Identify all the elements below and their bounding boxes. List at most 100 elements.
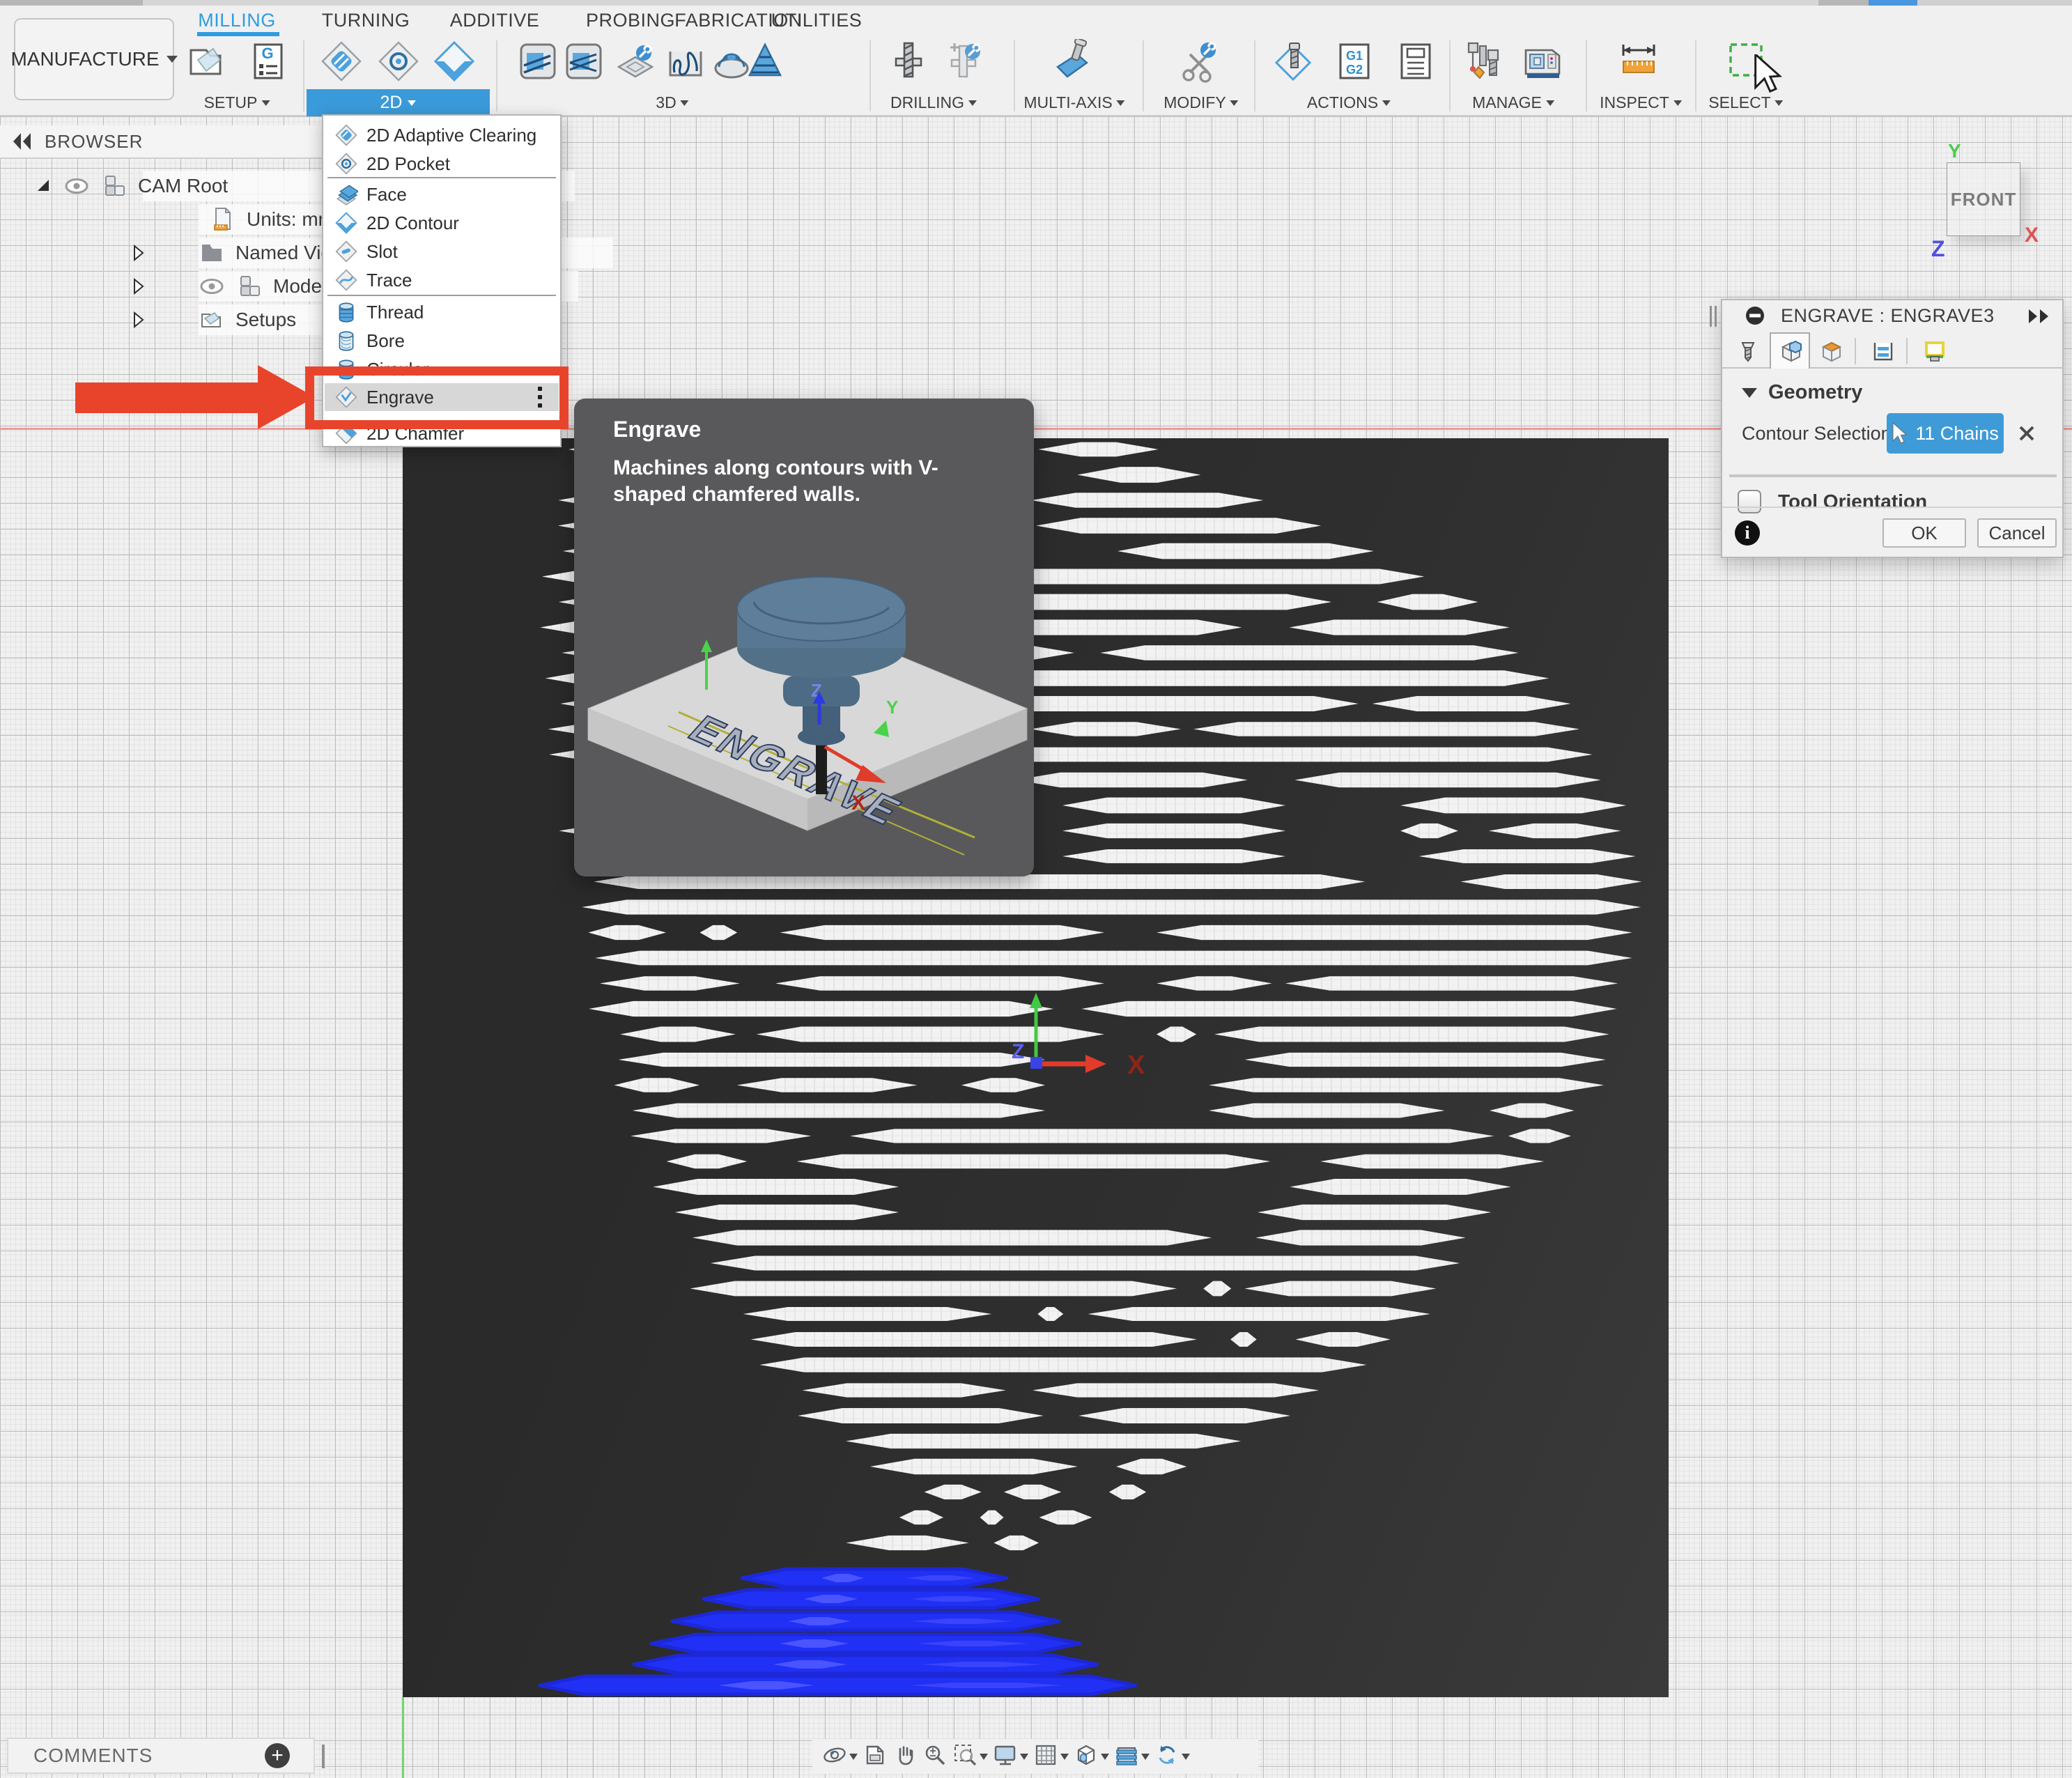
nav-refresh-button[interactable]	[1154, 1742, 1190, 1771]
nav-window-zoom-button[interactable]	[952, 1742, 988, 1771]
nav-orbit-button[interactable]	[822, 1742, 858, 1771]
tool-library-icon[interactable]	[1463, 39, 1508, 84]
menu-item-thread[interactable]: Thread	[325, 298, 559, 326]
browser-row-cam-root[interactable]: CAM Root	[0, 171, 228, 201]
menu-item-2d-contour[interactable]: 2D Contour	[325, 209, 559, 237]
group-label-drilling[interactable]: DRILLING	[890, 93, 977, 112]
tab-turning[interactable]: TURNING	[322, 10, 410, 31]
box-path-icon[interactable]	[663, 39, 708, 84]
chevron-down-icon	[1673, 100, 1682, 106]
eye-icon[interactable]	[198, 272, 226, 300]
tab-utilities[interactable]: UTILITIES	[771, 10, 863, 31]
collapse-dialog-icon[interactable]	[2027, 309, 2051, 324]
nav-steps-button[interactable]	[1114, 1742, 1150, 1771]
eye-icon[interactable]	[63, 172, 91, 200]
collapse-panel-icon[interactable]	[13, 132, 33, 150]
menu-item-bore[interactable]: Bore	[325, 327, 559, 355]
add-comment-icon[interactable]: +	[265, 1743, 290, 1768]
nav-viewports-button[interactable]	[1074, 1742, 1109, 1771]
scissors-wrench-icon[interactable]	[1177, 39, 1222, 84]
chevron-down-icon	[1020, 1754, 1028, 1760]
viewcube[interactable]: FRONT Y Z X	[1930, 143, 2048, 261]
setup-sheet-icon[interactable]	[1393, 39, 1438, 84]
group-label-actions[interactable]: ACTIONS	[1307, 93, 1391, 112]
folder-open-icon[interactable]	[198, 306, 226, 334]
group-label-3d[interactable]: 3D	[656, 93, 688, 112]
setup-folder-icon[interactable]	[183, 39, 227, 84]
folder-icon[interactable]	[198, 239, 226, 267]
dialog-tab-geometry[interactable]	[1770, 332, 1810, 369]
clear-selection-icon[interactable]	[2015, 422, 2039, 445]
dialog-header[interactable]: ENGRAVE : ENGRAVE3	[1722, 300, 2062, 331]
viewcube-front-face[interactable]: FRONT	[1947, 162, 2020, 236]
group-label-modify[interactable]: MODIFY	[1163, 93, 1238, 112]
nav-zoom-button[interactable]	[922, 1742, 948, 1771]
cube-icon[interactable]	[100, 172, 128, 200]
browser-row-named-views[interactable]: Named Views	[0, 238, 355, 268]
menu-item-2d-adaptive-clearing[interactable]: 2D Adaptive Clearing	[325, 121, 559, 149]
group-label-select[interactable]: SELECT	[1708, 93, 1783, 112]
tab-milling[interactable]: MILLING	[198, 10, 276, 31]
dialog-drag-grip[interactable]	[1710, 306, 1718, 327]
chains-selection-chip[interactable]: 11 Chains	[1887, 413, 2004, 454]
browser-row-models[interactable]: Models	[0, 271, 336, 302]
expander-icon[interactable]	[129, 244, 147, 262]
info-icon[interactable]: i	[1735, 520, 1760, 546]
tab-probing[interactable]: PROBING	[586, 10, 675, 31]
group-label-inspect[interactable]: INSPECT	[1600, 93, 1682, 112]
expander-icon[interactable]	[129, 277, 147, 295]
swarf-icon[interactable]	[1049, 39, 1094, 84]
post-g1g2-icon[interactable]: G1G2	[1332, 39, 1377, 84]
group-label-multi-axis[interactable]: MULTI-AXIS	[1023, 93, 1124, 112]
morph-pocket-icon[interactable]	[562, 39, 606, 84]
expander-icon[interactable]	[129, 311, 147, 329]
menu-item-face[interactable]: Face	[325, 180, 559, 208]
steep-pocket-icon[interactable]	[516, 39, 560, 84]
nav-grid-button[interactable]	[1033, 1742, 1069, 1771]
drill-wrench-icon[interactable]	[942, 39, 987, 84]
cancel-button[interactable]: Cancel	[1977, 518, 2057, 548]
browser-row-setups[interactable]: Setups	[0, 304, 296, 335]
drill-icon[interactable]	[886, 39, 931, 84]
measure-icon[interactable]	[1616, 39, 1661, 84]
machine-icon[interactable]	[1520, 39, 1565, 84]
contour-diamond-icon[interactable]	[432, 39, 477, 84]
comments-drag-handle[interactable]	[322, 1745, 325, 1768]
cube-icon[interactable]	[235, 272, 263, 300]
svg-text:G2: G2	[1346, 63, 1363, 77]
browser-row-units-mm[interactable]: Units: mm	[0, 204, 334, 235]
post-gcode-icon[interactable]: G	[245, 39, 290, 84]
adaptive-diamond-icon[interactable]	[319, 39, 364, 84]
menu-item-2d-pocket[interactable]: 2D Pocket	[325, 150, 559, 178]
2d-dropdown-button[interactable]: 2D	[307, 89, 490, 116]
geometry-section-header[interactable]: Geometry	[1742, 381, 1862, 404]
flat-wrench-icon[interactable]	[613, 39, 658, 84]
dialog-tab-heights[interactable]	[1811, 335, 1852, 367]
svg-text:G: G	[261, 45, 273, 62]
cone-spiral-icon[interactable]	[743, 39, 787, 84]
comments-bar[interactable]: COMMENTS +	[7, 1738, 315, 1774]
menu-item-trace[interactable]: Trace	[325, 266, 559, 294]
simulate-icon[interactable]	[1271, 39, 1315, 84]
nav-display-button[interactable]	[993, 1742, 1028, 1771]
expander-icon[interactable]	[35, 177, 53, 195]
menu-item-slot[interactable]: Slot	[325, 238, 559, 265]
dialog-tab-passes[interactable]	[1863, 335, 1903, 367]
toolbar-separator	[303, 40, 304, 111]
group-label-text: 3D	[656, 93, 676, 112]
workspace-switcher-button[interactable]: MANUFACTURE	[14, 18, 174, 100]
pocket-diamond-icon[interactable]	[376, 39, 421, 84]
spacer	[157, 244, 188, 262]
group-label-manage[interactable]: MANAGE	[1472, 93, 1554, 112]
menu-item-label: Bore	[366, 330, 405, 352]
ok-button[interactable]: OK	[1882, 518, 1966, 548]
nav-look-at-button[interactable]	[863, 1742, 888, 1771]
tab-additive[interactable]: ADDITIVE	[450, 10, 540, 31]
dialog-tab-linking[interactable]	[1915, 335, 1955, 367]
contour-selection-label: Contour Selection	[1742, 423, 1892, 445]
doc-ruler-icon[interactable]	[209, 206, 237, 233]
toolbar-separator	[496, 40, 497, 111]
dialog-tab-tool[interactable]	[1728, 335, 1768, 367]
group-label-setup[interactable]: SETUP	[204, 93, 270, 112]
nav-pan-button[interactable]	[892, 1742, 918, 1771]
